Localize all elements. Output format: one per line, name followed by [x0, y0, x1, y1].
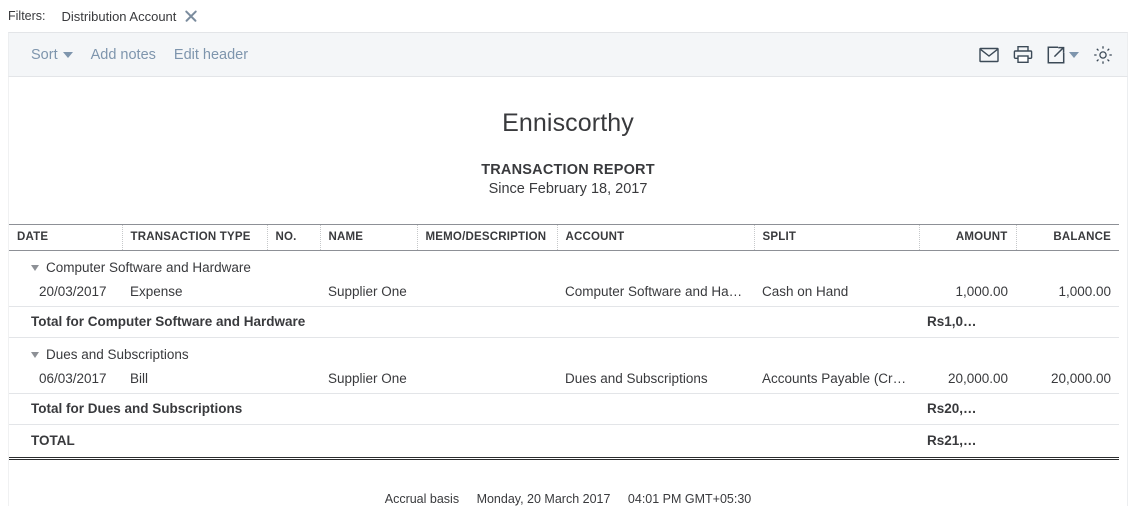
column-header-amount[interactable]: AMOUNT — [919, 224, 1017, 251]
column-header-memo[interactable]: MEMO/DESCRIPTION — [417, 224, 558, 251]
toolbar-actions: Sort Add notes Edit header — [31, 47, 248, 63]
table-body: Computer Software and Hardware 20/03/201… — [9, 251, 1119, 460]
chevron-down-icon — [62, 51, 73, 58]
footer-date: Monday, 20 March 2017 — [476, 492, 611, 506]
group-subtotal-row: Total for Computer Software and Hardware… — [9, 306, 1119, 338]
print-icon[interactable] — [1013, 45, 1033, 64]
column-header-name[interactable]: NAME — [320, 224, 418, 251]
cell-account: Dues and Subscriptions — [557, 366, 754, 394]
group-name: Dues and Subscriptions — [46, 347, 189, 362]
group-header-row: Dues and Subscriptions — [9, 338, 1119, 367]
report-period: Since February 18, 2017 — [488, 181, 648, 197]
subtotal-label: Total for Dues and Subscriptions — [9, 393, 919, 425]
cell-name: Supplier One — [320, 366, 417, 394]
gear-icon[interactable] — [1093, 45, 1113, 65]
subtotal-amount: Rs20,000.00 — [919, 393, 1016, 425]
column-header-account[interactable]: ACCOUNT — [557, 224, 755, 251]
cell-date: 20/03/2017 — [9, 279, 122, 307]
group-header-cell: Computer Software and Hardware — [9, 251, 1119, 280]
table-row[interactable]: 20/03/2017 Expense Supplier One Computer… — [9, 279, 1119, 307]
cell-transaction-type: Expense — [122, 279, 267, 307]
column-header-split[interactable]: SPLIT — [754, 224, 920, 251]
edit-header-button[interactable]: Edit header — [174, 47, 248, 63]
cell-memo — [417, 366, 557, 394]
footer-time: 04:01 PM GMT+05:30 — [627, 492, 752, 506]
chevron-down-icon[interactable] — [31, 264, 39, 271]
filters-label: Filters: — [8, 9, 46, 23]
email-icon[interactable] — [979, 47, 999, 63]
report-title: TRANSACTION REPORT — [481, 162, 655, 178]
subtotal-amount: Rs1,000.00 — [919, 306, 1016, 338]
cell-no — [267, 366, 320, 394]
subtotal-balance — [1016, 306, 1119, 338]
cell-name: Supplier One — [320, 279, 417, 307]
cell-memo — [417, 279, 557, 307]
total-label: TOTAL — [9, 424, 919, 460]
column-header-no[interactable]: NO. — [267, 224, 321, 251]
report-footer: Accrual basis Monday, 20 March 2017 04:0… — [9, 460, 1127, 506]
add-notes-button[interactable]: Add notes — [91, 47, 156, 63]
filters-bar: Filters: Distribution Account — [0, 0, 1136, 32]
total-balance — [1016, 424, 1119, 460]
table-header: DATE TRANSACTION TYPE NO. NAME MEMO/DESC… — [9, 224, 1119, 251]
footer-basis: Accrual basis — [384, 492, 460, 506]
report-header: Enniscorthy TRANSACTION REPORT Since Feb… — [9, 77, 1127, 197]
export-button[interactable] — [1047, 46, 1079, 64]
cell-date: 06/03/2017 — [9, 366, 122, 394]
group-header-row: Computer Software and Hardware — [9, 251, 1119, 280]
report-toolbar: Sort Add notes Edit header — [8, 32, 1128, 77]
company-name: Enniscorthy — [502, 109, 634, 137]
cell-no — [267, 279, 320, 307]
subtotal-balance — [1016, 393, 1119, 425]
column-header-transaction-type[interactable]: TRANSACTION TYPE — [122, 224, 268, 251]
cell-transaction-type: Bill — [122, 366, 267, 394]
group-subtotal-row: Total for Dues and Subscriptions Rs20,00… — [9, 393, 1119, 425]
cell-balance: 1,000.00 — [1016, 279, 1119, 307]
transaction-table: DATE TRANSACTION TYPE NO. NAME MEMO/DESC… — [9, 224, 1119, 460]
filter-chip-distribution-account[interactable]: Distribution Account — [62, 9, 199, 24]
cell-split: Cash on Hand — [754, 279, 919, 307]
subtotal-label: Total for Computer Software and Hardware — [9, 306, 919, 338]
total-amount: Rs21,000.00 — [919, 424, 1016, 460]
sort-label: Sort — [31, 46, 58, 63]
close-icon[interactable] — [183, 9, 198, 24]
column-header-date[interactable]: DATE — [9, 224, 123, 251]
toolbar-icon-group — [979, 45, 1113, 65]
cell-amount: 20,000.00 — [919, 366, 1016, 394]
table-row[interactable]: 06/03/2017 Bill Supplier One Dues and Su… — [9, 366, 1119, 394]
export-icon[interactable] — [1047, 46, 1065, 64]
chevron-down-icon[interactable] — [31, 351, 39, 358]
table-header-row: DATE TRANSACTION TYPE NO. NAME MEMO/DESC… — [9, 224, 1119, 251]
group-header-cell: Dues and Subscriptions — [9, 338, 1119, 367]
group-name: Computer Software and Hardware — [46, 260, 251, 275]
sort-button[interactable]: Sort — [31, 47, 73, 63]
filter-chip-label: Distribution Account — [61, 8, 177, 24]
cell-amount: 1,000.00 — [919, 279, 1016, 307]
chevron-down-icon — [1069, 51, 1079, 58]
cell-balance: 20,000.00 — [1016, 366, 1119, 394]
grand-total-row: TOTAL Rs21,000.00 — [9, 424, 1119, 460]
column-header-balance[interactable]: BALANCE — [1016, 224, 1119, 251]
cell-split: Accounts Payable (Credi… — [754, 366, 919, 394]
cell-account: Computer Software and Har… — [557, 279, 754, 307]
report-body: Enniscorthy TRANSACTION REPORT Since Feb… — [8, 77, 1128, 506]
